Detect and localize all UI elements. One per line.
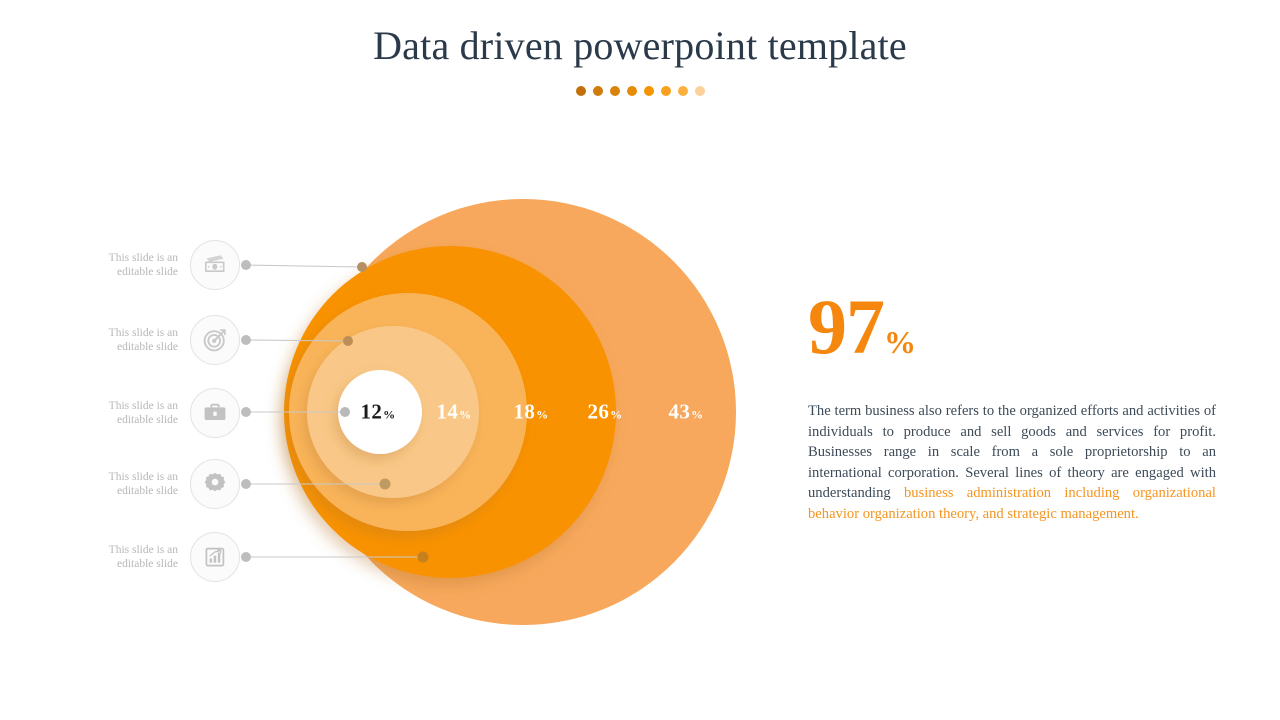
ring-label-18: 18% [513,399,549,424]
ring-label-43: 43% [668,399,704,424]
legend-item-money[interactable]: This slide is an editable slide [60,239,240,291]
money-icon[interactable] [190,240,240,290]
legend-item-bar-chart[interactable]: This slide is an editable slide [60,531,240,583]
target-icon[interactable] [190,315,240,365]
legend-label-line1: This slide is an [108,544,178,556]
legend-label-money: This slide is an editable slide [60,251,190,279]
briefcase-icon[interactable] [190,388,240,438]
legend-label-line2: editable slide [117,414,178,426]
legend-label-briefcase: This slide is an editable slide [60,399,190,427]
legend-label-gear: This slide is an editable slide [60,470,190,498]
legend-label-line2: editable slide [117,485,178,497]
legend-label-line1: This slide is an [108,327,178,339]
big-stat: 97% [808,288,1216,381]
gear-icon[interactable] [190,459,240,509]
legend-label-line1: This slide is an [108,471,178,483]
description-paragraph: The term business also refers to the org… [808,401,1216,524]
legend-label-line1: This slide is an [108,252,178,264]
bar-chart-icon[interactable] [190,532,240,582]
legend-label-line1: This slide is an [108,400,178,412]
legend-label-bar-chart: This slide is an editable slide [60,543,190,571]
ring-label-26: 26% [587,399,623,424]
right-panel: 97% The term business also refers to the… [808,288,1216,524]
legend-label-line2: editable slide [117,266,178,278]
big-stat-value: 97 [808,283,885,370]
legend-label-line2: editable slide [117,558,178,570]
legend-item-briefcase[interactable]: This slide is an editable slide [60,387,240,439]
slide-root: Data driven powerpoint template 12% 14% … [0,0,1280,720]
legend-item-target[interactable]: This slide is an editable slide [60,314,240,366]
legend-item-gear[interactable]: This slide is an editable slide [60,458,240,510]
ring-label-14: 14% [436,399,472,424]
ring-label-12: 12% [360,399,396,424]
legend-label-target: This slide is an editable slide [60,326,190,354]
legend-label-line2: editable slide [117,341,178,353]
big-stat-unit: % [884,324,916,360]
